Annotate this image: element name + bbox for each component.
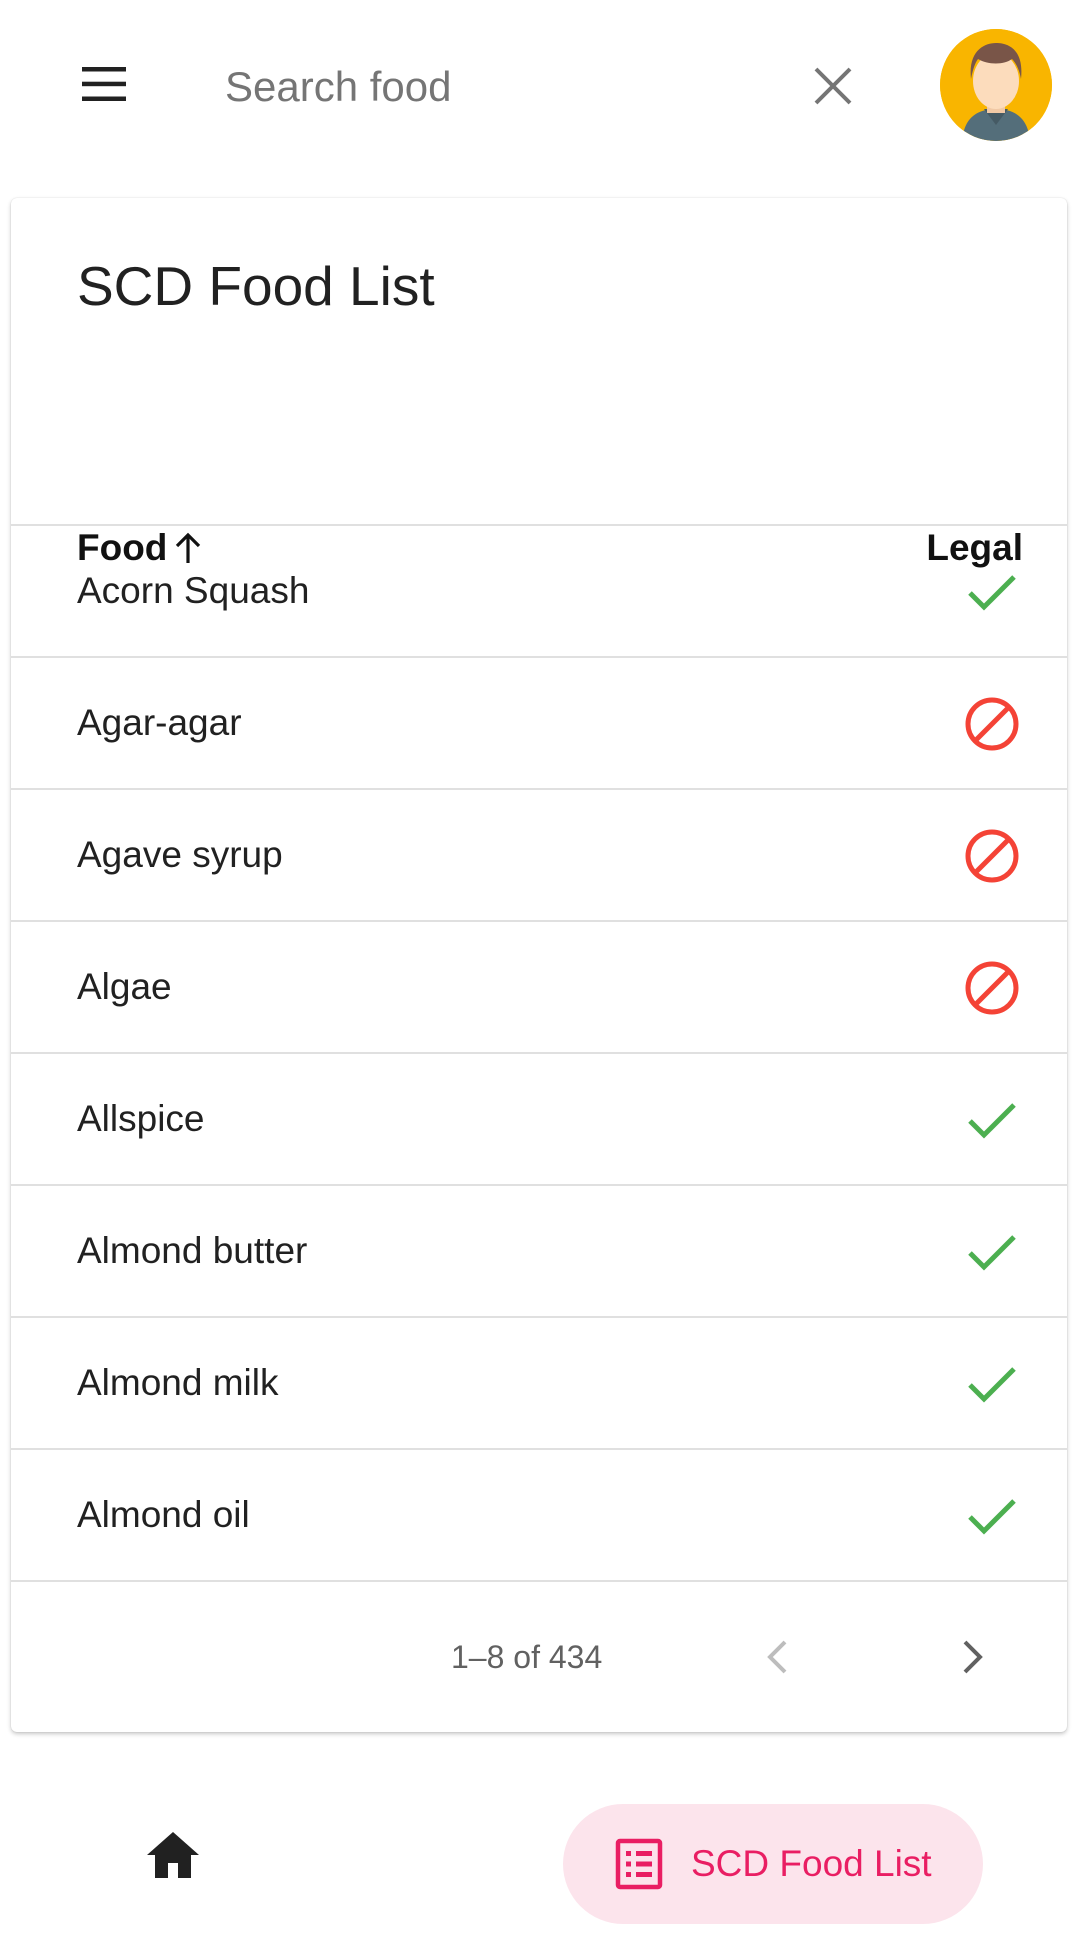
food-name: Agar-agar bbox=[77, 702, 242, 743]
user-avatar-icon bbox=[940, 29, 1052, 141]
food-name: Almond oil bbox=[77, 1494, 250, 1535]
check-icon bbox=[963, 1355, 1021, 1413]
clear-search-button[interactable] bbox=[785, 38, 881, 134]
not-allowed-icon bbox=[963, 695, 1021, 753]
food-name: Acorn Squash bbox=[77, 570, 310, 611]
page-range: 1–8 of 434 bbox=[451, 1638, 603, 1675]
check-icon bbox=[963, 1223, 1021, 1281]
table-row[interactable]: Agave syrup bbox=[11, 790, 1067, 922]
table-row[interactable]: Almond oil bbox=[11, 1450, 1067, 1582]
avatar[interactable] bbox=[940, 29, 1052, 141]
nav-active-label: SCD Food List bbox=[691, 1843, 932, 1884]
check-icon bbox=[963, 1487, 1021, 1545]
pagination: 1–8 of 434 bbox=[11, 1582, 1067, 1732]
close-icon bbox=[814, 67, 852, 105]
not-allowed-icon bbox=[963, 959, 1021, 1017]
table-row[interactable]: Allspice bbox=[11, 1054, 1067, 1186]
table-row[interactable]: Agar-agar bbox=[11, 658, 1067, 790]
table-row[interactable]: Algae bbox=[11, 922, 1067, 1054]
list-icon bbox=[615, 1838, 663, 1890]
food-name: Almond butter bbox=[77, 1230, 308, 1271]
food-name: Algae bbox=[77, 966, 172, 1007]
nav-scd-food-list[interactable]: SCD Food List bbox=[563, 1804, 983, 1924]
food-name: Almond milk bbox=[77, 1362, 279, 1403]
previous-page-button[interactable] bbox=[731, 1611, 823, 1703]
check-icon bbox=[963, 563, 1021, 621]
next-page-button[interactable] bbox=[927, 1611, 1019, 1703]
bottom-navigation: SCD Food List bbox=[0, 1780, 1080, 1947]
check-icon bbox=[963, 1091, 1021, 1149]
food-list-card: SCD Food List Food Legal Acorn Squash Ag… bbox=[11, 198, 1067, 1732]
not-allowed-icon bbox=[963, 827, 1021, 885]
chevron-right-icon bbox=[963, 1640, 983, 1674]
card-title: SCD Food List bbox=[77, 255, 435, 317]
chevron-left-icon bbox=[767, 1640, 787, 1674]
table-row[interactable]: Almond butter bbox=[11, 1186, 1067, 1318]
nav-home-button[interactable] bbox=[122, 1804, 224, 1906]
table-body: Acorn Squash Agar-agar Agave syrup Algae bbox=[11, 526, 1067, 1582]
food-name: Agave syrup bbox=[77, 834, 283, 875]
hamburger-menu-icon bbox=[82, 67, 126, 101]
top-bar bbox=[0, 0, 1080, 172]
table-row[interactable]: Acorn Squash bbox=[11, 526, 1067, 658]
menu-button[interactable] bbox=[56, 36, 152, 132]
search-input[interactable] bbox=[225, 50, 765, 124]
home-icon bbox=[147, 1832, 199, 1878]
app: SCD Food List Food Legal Acorn Squash Ag… bbox=[0, 0, 1080, 1947]
food-name: Allspice bbox=[77, 1098, 205, 1139]
table-row[interactable]: Almond milk bbox=[11, 1318, 1067, 1450]
